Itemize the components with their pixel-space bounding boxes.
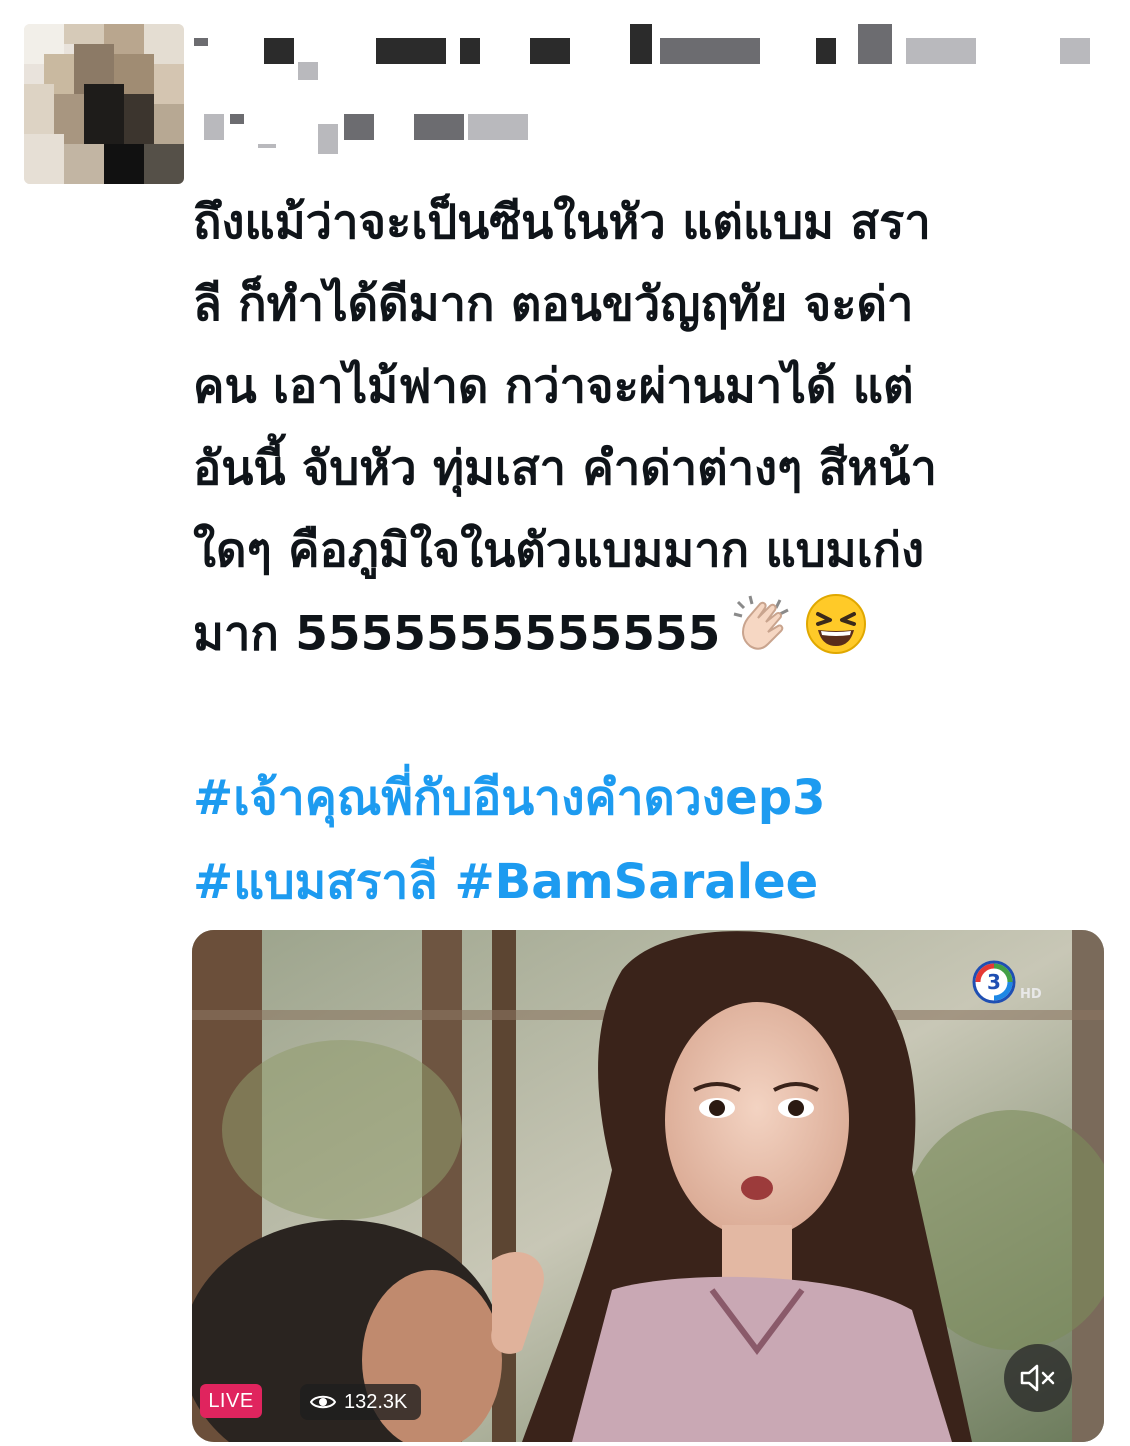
channel-3-logo: 3 HD: [972, 958, 1062, 1013]
avatar-pixelated-image: [24, 24, 184, 184]
hashtags: #เจ้าคุณพี่กับอีนางคำดวงep3 #แบมสราลี #B…: [193, 756, 1113, 924]
tweet-text-line: คน เอาไม้ฟาด กว่าจะผ่านมาได้ แต่: [193, 359, 914, 414]
mute-icon: [1020, 1364, 1055, 1392]
channel-logo-suffix: HD: [1020, 987, 1042, 1002]
mute-button[interactable]: [1004, 1344, 1072, 1412]
tweet-text: ถึงแม้ว่าจะเป็นซีนในหัว แต่แบม สรา ลี ก็…: [193, 182, 1113, 682]
eye-icon: [310, 1395, 336, 1409]
video-player[interactable]: 3 HD LIVE 132.3K: [192, 930, 1104, 1442]
tweet-text-last-line: มาก 5555555555555: [193, 592, 1113, 682]
view-count: 132.3K: [344, 1390, 408, 1413]
tweet-text-line: มาก 5555555555555: [193, 606, 721, 662]
author-handle-redacted[interactable]: [194, 114, 1114, 154]
grinning-squinting-face-icon: [804, 592, 868, 682]
author-name-redacted[interactable]: [194, 24, 1114, 80]
hashtag-link[interactable]: #แบมสราลี: [193, 854, 438, 910]
live-badge: LIVE: [200, 1384, 262, 1418]
channel-logo-number: 3: [987, 970, 1001, 994]
view-count-badge: 132.3K: [300, 1384, 422, 1420]
tweet-text-line: ถึงแม้ว่าจะเป็นซีนในหัว แต่แบม สรา: [193, 195, 931, 250]
tweet-text-line: อันนี้ จับหัว ทุ่มเสา คำด่าต่างๆ สีหน้า: [193, 441, 937, 496]
tweet-text-line: ลี ก็ทำได้ดีมาก ตอนขวัญฤทัย จะด่า: [193, 277, 914, 332]
avatar[interactable]: [24, 24, 184, 184]
video-frame: [192, 930, 1104, 1442]
hashtag-link[interactable]: #BamSaralee: [454, 854, 818, 910]
clapping-hands-icon: [730, 592, 794, 682]
tweet-text-line: ใดๆ คือภูมิใจในตัวแบมมาก แบมเก่ง: [193, 523, 925, 578]
hashtag-link[interactable]: #เจ้าคุณพี่กับอีนางคำดวงep3: [193, 770, 825, 826]
